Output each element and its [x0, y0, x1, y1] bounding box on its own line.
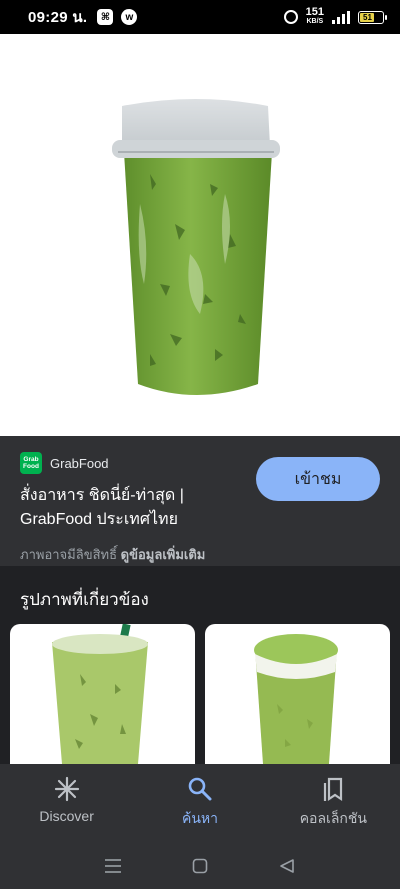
- related-images-title: รูปภาพที่เกี่ยวข้อง: [20, 590, 149, 609]
- result-title[interactable]: สั่งอาหาร ชิดนี่ย์-ท่าสุด | GrabFood ประ…: [20, 484, 240, 532]
- w-app-icon: w: [121, 9, 138, 25]
- battery-level: 51: [363, 12, 372, 22]
- nav-search-label: ค้นหา: [181, 810, 218, 826]
- nav-discover-label: Discover: [39, 808, 94, 824]
- related-images-section: รูปภาพที่เกี่ยวข้อง: [0, 566, 400, 764]
- copyright-notice: ภาพอาจมีลิขสิทธิ์ ดูข้อมูลเพิ่มเติม: [20, 544, 205, 565]
- network-speed: 151 KB/S: [305, 6, 324, 26]
- home-button[interactable]: [180, 851, 220, 881]
- related-image-2[interactable]: [205, 624, 390, 764]
- alarm-icon: [283, 10, 298, 24]
- matcha-latte-foam-image: [254, 634, 338, 764]
- capcut-icon: ⌘: [97, 9, 114, 25]
- back-button[interactable]: [267, 851, 307, 881]
- system-navigation-bar: [0, 842, 400, 889]
- back-triangle-icon: [279, 858, 294, 873]
- status-time: 09:29 น.: [28, 9, 88, 26]
- search-icon: [187, 776, 213, 802]
- nav-collections-label: คอลเล็กชัน: [299, 810, 367, 826]
- nav-collections[interactable]: คอลเล็กชัน: [267, 764, 400, 842]
- notification-icons: ⌘ w: [97, 9, 138, 25]
- menu-icon: [105, 858, 122, 873]
- battery-icon: 51: [358, 10, 387, 24]
- network-speed-value: 151: [305, 6, 324, 18]
- network-speed-unit: KB/S: [306, 18, 324, 25]
- status-bar: 09:29 น. ⌘ w 151 KB/S 51: [0, 0, 400, 34]
- home-square-icon: [192, 858, 208, 873]
- copyright-text: ภาพอาจมีลิขสิทธิ์: [20, 547, 121, 562]
- logo-text-grab: Grab: [23, 456, 39, 463]
- nav-discover[interactable]: Discover: [0, 764, 133, 842]
- signal-icon: [332, 10, 350, 24]
- nav-search[interactable]: ค้นหา: [133, 764, 266, 842]
- matcha-cup-straw-image: [52, 624, 148, 764]
- more-info-link[interactable]: ดูข้อมูลเพิ่มเติม: [121, 547, 206, 562]
- main-image[interactable]: [0, 34, 400, 436]
- visit-button[interactable]: เข้าชม: [256, 457, 380, 501]
- asterisk-icon: [54, 776, 80, 802]
- recent-apps-button[interactable]: [93, 851, 133, 881]
- logo-text-food: Food: [23, 463, 39, 470]
- source-name: GrabFood: [50, 455, 109, 471]
- image-info-panel: Grab Food GrabFood สั่งอาหาร ชิดนี่ย์-ท่…: [0, 436, 400, 566]
- matcha-drink-image: [112, 99, 280, 395]
- bottom-navigation: Discover ค้นหา คอลเล็กชัน: [0, 764, 400, 842]
- grabfood-logo: Grab Food: [20, 452, 42, 474]
- status-right: 151 KB/S 51: [283, 6, 387, 26]
- collections-icon: [320, 776, 346, 802]
- related-image-1[interactable]: [10, 624, 195, 764]
